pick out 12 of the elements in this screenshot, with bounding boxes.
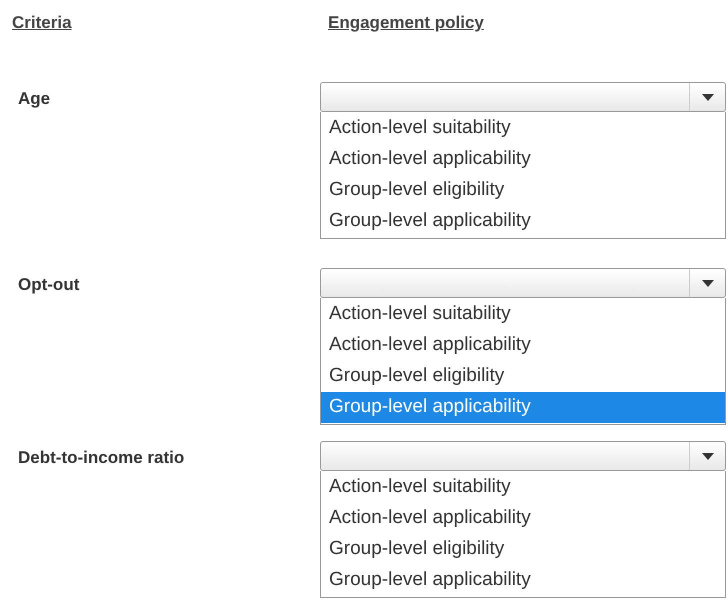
dropdown-option[interactable]: Group-level applicability [321, 392, 725, 423]
dropdown[interactable] [320, 441, 726, 471]
column-header: Criteria [12, 13, 72, 32]
criteria-label: Age [18, 89, 50, 108]
criteria-label: Opt-out [18, 275, 80, 294]
caret-icon [702, 280, 714, 286]
column-header: Engagement policy [328, 13, 484, 32]
caret-icon [702, 94, 714, 100]
dropdown[interactable] [320, 82, 726, 112]
dropdown[interactable] [320, 268, 726, 298]
caret-icon [702, 452, 714, 460]
criteria-label: Debt-to-income ratio [18, 448, 184, 467]
